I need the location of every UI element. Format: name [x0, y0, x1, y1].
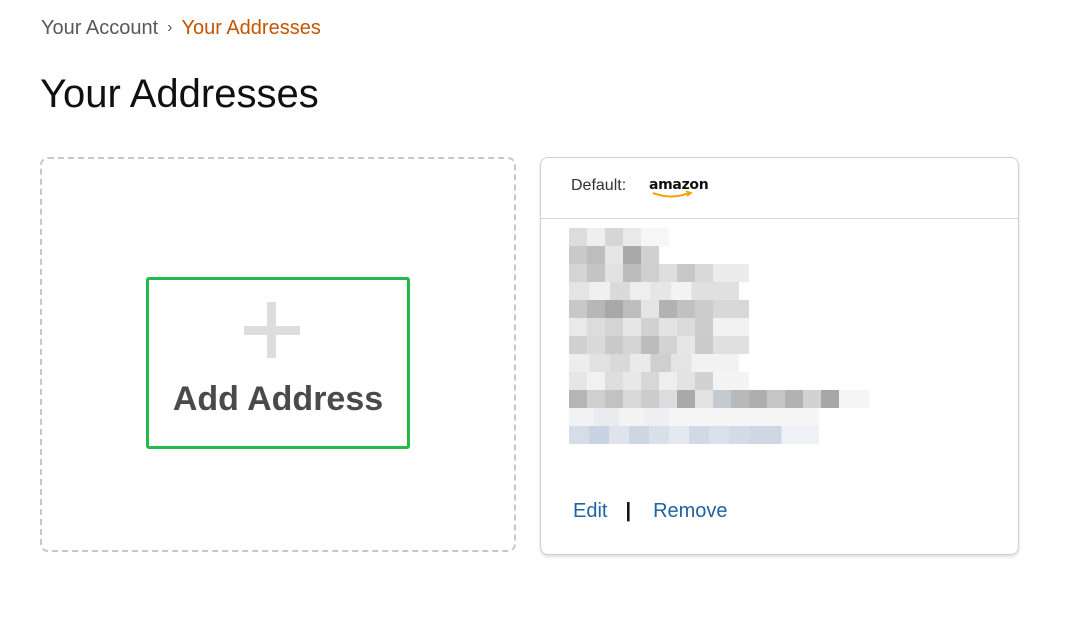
add-address-button[interactable]: Add Address	[146, 277, 410, 449]
default-label: Default:	[571, 177, 627, 194]
breadcrumb-your-account[interactable]: Your Account	[41, 17, 158, 39]
actions-divider: |	[625, 500, 632, 522]
remove-address-link[interactable]: Remove	[653, 500, 727, 522]
address-details-redacted	[569, 228, 879, 448]
edit-address-link[interactable]: Edit	[573, 500, 607, 522]
plus-icon	[244, 302, 300, 358]
breadcrumb-separator-icon: ›	[167, 19, 173, 36]
add-address-label: Add Address	[172, 380, 384, 418]
breadcrumb: Your Account › Your Addresses	[41, 16, 321, 42]
address-card-actions: Edit | Remove	[573, 499, 728, 523]
breadcrumb-your-addresses[interactable]: Your Addresses	[181, 17, 320, 39]
address-card-header: Default: amazon	[541, 158, 1018, 219]
address-card: Default: amazon Edit | Remove	[540, 157, 1019, 555]
amazon-logo-icon: amazon	[649, 177, 709, 203]
page-title: Your Addresses	[40, 72, 319, 116]
